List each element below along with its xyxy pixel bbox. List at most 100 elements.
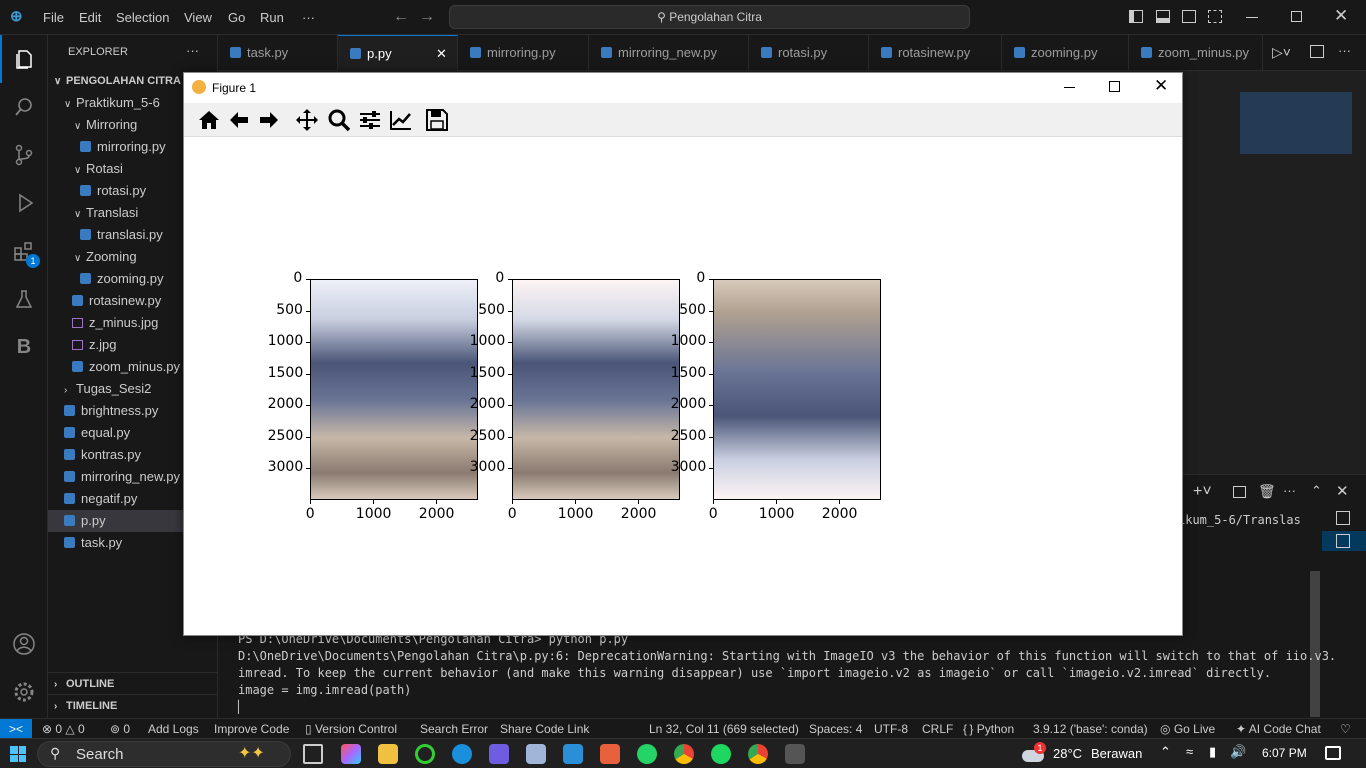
encoding[interactable]: UTF-8 — [874, 719, 908, 739]
subplot-axes[interactable] — [310, 279, 478, 500]
layout-secondary-icon[interactable] — [1182, 10, 1196, 23]
split-terminal-icon[interactable] — [1233, 486, 1246, 498]
terminal-cursor[interactable]: ▏ — [238, 700, 245, 714]
account-icon[interactable] — [0, 620, 48, 668]
app-orange-icon[interactable] — [600, 744, 620, 764]
line-endings[interactable]: CRLF — [922, 719, 953, 739]
copilot-icon[interactable] — [341, 744, 361, 764]
chrome-alt-icon[interactable] — [748, 744, 768, 764]
extensions-icon[interactable]: 1 — [0, 227, 48, 275]
terminal-scrollbar[interactable] — [1310, 571, 1320, 717]
command-center-search[interactable]: ⚲ Pengolahan Citra — [449, 5, 970, 29]
blackbox-icon[interactable]: B — [0, 323, 48, 371]
share-code-link-button[interactable]: Share Code Link — [500, 719, 589, 739]
close-window-icon[interactable]: ✕ — [1334, 6, 1348, 26]
ai-code-chat-button[interactable]: ✦ AI Code Chat — [1236, 719, 1321, 739]
wifi-icon[interactable]: ≈ — [1186, 744, 1193, 759]
problems-status[interactable]: ⊗ 0 △ 0 — [42, 719, 85, 739]
explorer-icon[interactable] — [0, 35, 48, 83]
chrome-icon[interactable] — [674, 744, 694, 764]
language-mode[interactable]: { } Python — [963, 719, 1014, 739]
volume-icon[interactable]: 🔊 — [1230, 744, 1246, 760]
figure-minimize-icon[interactable] — [1064, 87, 1075, 88]
forward-arrow-icon[interactable]: → — [419, 8, 435, 26]
app-green-ring-icon[interactable] — [415, 744, 435, 764]
clock[interactable]: 6:07 PM — [1262, 746, 1307, 760]
notification-center-icon[interactable] — [1325, 746, 1341, 760]
tab-rotasinew-py[interactable]: rotasinew.py — [869, 35, 1002, 71]
notifications-bell-icon[interactable]: ♡ — [1340, 719, 1351, 739]
python-figure-taskbar-icon[interactable] — [785, 744, 805, 764]
whatsapp-icon[interactable] — [637, 744, 657, 764]
panel-more-icon[interactable]: ··· — [1283, 483, 1296, 498]
version-control-button[interactable]: ▯ Version Control — [305, 719, 397, 739]
menu-go[interactable]: Go — [228, 0, 245, 35]
python-interpreter[interactable]: 3.9.12 ('base': conda) — [1033, 719, 1148, 739]
terminal-list-icon[interactable] — [1336, 511, 1350, 525]
run-debug-icon[interactable] — [0, 179, 48, 227]
tray-chevron-icon[interactable]: ⌃ — [1160, 744, 1171, 760]
split-editor-icon[interactable] — [1310, 45, 1324, 58]
tab-mirroring-new-py[interactable]: mirroring_new.py — [589, 35, 749, 71]
indentation[interactable]: Spaces: 4 — [809, 719, 862, 739]
figure-maximize-icon[interactable] — [1109, 81, 1120, 92]
outline-section[interactable]: › OUTLINE — [48, 672, 218, 694]
subplot-axes[interactable] — [713, 279, 881, 500]
minimap[interactable] — [1240, 92, 1352, 154]
source-control-icon[interactable] — [0, 131, 48, 179]
cursor-position[interactable]: Ln 32, Col 11 (669 selected) — [649, 719, 799, 739]
pan-icon[interactable] — [294, 108, 320, 132]
forward-icon[interactable] — [256, 108, 282, 132]
settings-gear-icon[interactable] — [0, 668, 48, 716]
add-logs-button[interactable]: Add Logs — [148, 719, 199, 739]
back-icon[interactable] — [226, 108, 252, 132]
customize-layout-icon[interactable] — [1208, 10, 1222, 23]
weather-condition[interactable]: Berawan — [1091, 746, 1142, 761]
tab-rotasi-py[interactable]: rotasi.py — [749, 35, 869, 71]
spotify-icon[interactable] — [711, 744, 731, 764]
file-explorer-icon[interactable] — [378, 744, 398, 764]
zoom-icon[interactable] — [326, 108, 352, 132]
explorer-more-icon[interactable]: ··· — [186, 43, 199, 58]
figure-canvas[interactable]: 0 1000 2000 0 500 1000 1500 2000 2500 3000 0 1000 20… — [184, 137, 1182, 635]
tab-zoom-minus-py[interactable]: zoom_minus.py — [1129, 35, 1263, 71]
restore-window-icon[interactable] — [1291, 11, 1302, 22]
improve-code-button[interactable]: Improve Code — [214, 719, 289, 739]
remote-icon[interactable]: >< — [0, 719, 32, 739]
menu-more[interactable]: ··· — [302, 0, 315, 35]
close-tab-icon[interactable]: ✕ — [436, 36, 447, 72]
taskbar-search-box[interactable]: ⚲ Search ✦✦ — [37, 741, 291, 767]
tab-zooming-py[interactable]: zooming.py — [1002, 35, 1129, 71]
tab-task-py[interactable]: task.py — [218, 35, 338, 71]
maximize-panel-icon[interactable]: ⌃ — [1311, 483, 1322, 499]
minimize-window-icon[interactable] — [1246, 17, 1258, 18]
search-icon[interactable] — [0, 83, 48, 131]
trash-icon[interactable]: 🗑 — [1258, 483, 1276, 500]
menu-selection[interactable]: Selection — [116, 0, 169, 35]
layout-sidebar-icon[interactable] — [1129, 10, 1143, 23]
figure-close-icon[interactable]: ✕ — [1154, 76, 1168, 96]
new-terminal-icon[interactable]: +˅ — [1193, 483, 1212, 501]
battery-icon[interactable]: ▮ — [1209, 744, 1216, 760]
task-view-icon[interactable] — [303, 744, 323, 764]
ports-status[interactable]: ⊚ 0 — [110, 719, 130, 739]
timeline-section[interactable]: › TIMELINE — [48, 694, 218, 716]
layout-panel-icon[interactable] — [1156, 10, 1170, 23]
menu-file[interactable]: File — [43, 0, 64, 35]
close-panel-icon[interactable]: ✕ — [1336, 482, 1349, 500]
search-error-button[interactable]: Search Error — [420, 719, 488, 739]
tab-mirroring-py[interactable]: mirroring.py — [458, 35, 589, 71]
temperature[interactable]: 28°C — [1053, 746, 1082, 761]
go-live-button[interactable]: ◎ Go Live — [1160, 719, 1215, 739]
edit-axis-icon[interactable] — [388, 108, 414, 132]
menu-view[interactable]: View — [184, 0, 212, 35]
subplot-axes[interactable] — [512, 279, 680, 500]
save-figure-icon[interactable] — [424, 108, 450, 132]
app-purple-icon[interactable] — [489, 744, 509, 764]
vscode-taskbar-icon[interactable] — [563, 744, 583, 764]
run-file-icon[interactable]: ▷˅ — [1272, 44, 1291, 61]
edge-icon[interactable] — [452, 744, 472, 764]
testing-flask-icon[interactable] — [0, 275, 48, 323]
back-arrow-icon[interactable]: ← — [393, 8, 409, 26]
app-cube-icon[interactable] — [526, 744, 546, 764]
